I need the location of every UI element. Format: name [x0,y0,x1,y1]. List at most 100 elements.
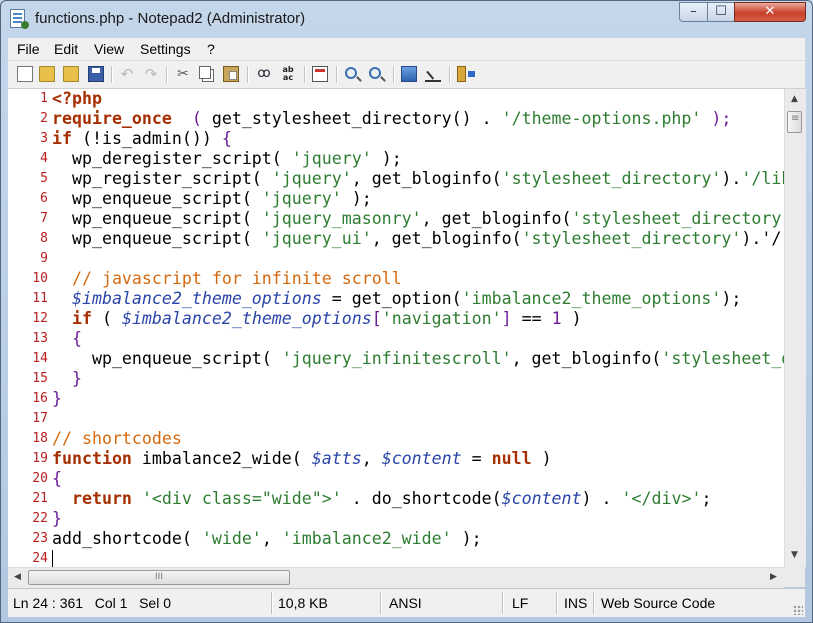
code-token: , [361,449,382,468]
code-text: if ( $imbalance2_theme_options['navigati… [52,309,582,329]
code-line[interactable]: 14 wp_enqueue_script( 'jquery_infinitesc… [8,349,784,369]
code-text: function imbalance2_wide( $atts, $conten… [52,449,552,469]
code-token: ) . [581,489,622,508]
title-bar[interactable]: functions.php - Notepad2 (Administrator)… [1,1,812,37]
code-token: wp_enqueue_script( [52,189,262,208]
code-line[interactable]: 24 [8,549,784,567]
notepad2-app-icon[interactable] [10,9,29,29]
toolbar-separator [247,66,249,83]
code-token: , get_bloginfo( [511,349,662,368]
code-text: // javascript for infinite scroll [52,269,402,289]
undo-icon[interactable]: ↶ [119,66,135,82]
code-token: ); [711,109,732,128]
code-line[interactable]: 6 wp_enqueue_script( 'jquery' ); [8,189,784,209]
code-line[interactable]: 16} [8,389,784,409]
code-token: return [71,489,132,508]
code-token: 'stylesheet_d [661,349,784,368]
scroll-down-icon[interactable]: ▼ [785,547,804,564]
scroll-left-icon[interactable]: ◀ [8,569,27,586]
code-line[interactable]: 3 if (!is_admin()) { [8,129,784,149]
horizontal-scroll-thumb[interactable]: III [28,570,290,585]
zoom-out-icon[interactable] [369,67,381,79]
menu-view[interactable]: View [94,41,124,57]
menu-bar: File Edit View Settings ? [8,38,805,61]
code-text: { [52,329,82,349]
code-line[interactable]: 21 return '<div class="wide">' . do_shor… [8,489,784,509]
redo-icon[interactable]: ↷ [143,66,159,82]
code-line[interactable]: 5 wp_register_script( 'jquery', get_blog… [8,169,784,189]
scroll-up-icon[interactable]: ▲ [785,91,804,108]
code-line[interactable]: 13 { [8,329,784,349]
code-token: [ [371,309,382,328]
status-bar: Ln 24 : 361 Col 1 Sel 0 10,8 KB ANSI LF … [8,588,805,617]
code-token: 'jquery_ui' [261,229,372,248]
minimize-button[interactable]: – [679,2,708,22]
menu-edit[interactable]: Edit [54,41,78,57]
code-line[interactable]: 17 [8,409,784,429]
code-line[interactable]: 22} [8,509,784,529]
code-token: function [52,449,132,468]
code-line[interactable]: 19 function imbalance2_wide( $atts, $cont… [8,449,784,469]
line-number: 17 [32,411,48,426]
code-line[interactable]: 7 wp_enqueue_script( 'jquery_masonry', g… [8,209,784,229]
resize-grip[interactable] [793,605,803,615]
save-icon[interactable] [88,66,104,82]
code-line[interactable]: 1 <?php [8,89,784,109]
status-scheme[interactable]: Web Source Code [601,595,715,611]
toolbar-separator [393,66,395,83]
status-encoding[interactable]: ANSI [389,595,422,611]
replace-icon[interactable]: ab ac [280,66,296,82]
code-token: 'imbalance2_theme_options' [461,289,722,308]
cut-icon[interactable]: ✂ [175,66,191,82]
code-editor[interactable]: 1 <?php 2 require_once ( get_stylesheet_dir… [8,89,784,567]
status-line-endings[interactable]: LF [512,595,528,611]
code-line[interactable]: 10 // javascript for infinite scroll [8,269,784,289]
menu-file[interactable]: File [17,41,40,57]
code-line[interactable]: 12 if ( $imbalance2_theme_options['navig… [8,309,784,329]
close-button[interactable]: ✕ [734,2,806,22]
code-token: $atts [311,449,362,468]
status-file-size: 10,8 KB [278,595,328,611]
copy-icon[interactable] [199,66,211,79]
customize-icon[interactable] [425,66,441,82]
code-token: 'navigation' [381,309,502,328]
open-icon[interactable] [39,66,55,82]
menu-settings[interactable]: Settings [140,41,191,57]
code-line[interactable]: 18 // shortcodes [8,429,784,449]
code-line[interactable]: 23 add_shortcode( 'wide', 'imbalance2_wid… [8,529,784,549]
vertical-scrollbar[interactable]: ▲ ▼ [784,89,806,567]
code-line[interactable]: 20 { [8,469,784,489]
code-text: wp_enqueue_script( 'jquery_ui', get_blog… [52,229,781,249]
code-line[interactable]: 8 wp_enqueue_script( 'jquery_ui', get_bl… [8,229,784,249]
code-line[interactable]: 11 $imbalance2_theme_options = get_optio… [8,289,784,309]
browse-icon[interactable] [63,66,79,82]
vertical-scroll-thumb[interactable] [787,111,802,133]
menu-help[interactable]: ? [207,41,215,57]
code-line[interactable]: 4 wp_deregister_script( 'jquery' ); [8,149,784,169]
line-number: 8 [40,231,48,246]
maximize-button[interactable]: ☐ [707,2,735,22]
code-token: ); [371,149,402,168]
code-token: . do_shortcode( [341,489,502,508]
scroll-right-icon[interactable]: ▶ [764,569,783,586]
word-wrap-icon[interactable] [312,66,328,82]
toolbar-separator [336,66,338,83]
code-line[interactable]: 2 require_once ( get_stylesheet_directory… [8,109,784,129]
new-icon[interactable] [17,66,33,82]
toolbar-separator [111,66,113,83]
code-text: $imbalance2_theme_options = get_option('… [52,289,741,309]
zoom-in-icon[interactable] [345,67,357,79]
horizontal-scrollbar[interactable]: ◀ III ▶ [8,567,784,588]
exit-icon[interactable] [457,66,475,82]
code-token: 'stylesheet_directory' [521,229,742,248]
find-icon[interactable]: ꝏ [256,66,272,82]
status-separator [556,592,558,614]
code-line[interactable]: 9 [8,249,784,269]
scheme-icon[interactable] [401,66,417,82]
code-line[interactable]: 15 } [8,369,784,389]
paste-icon[interactable] [223,66,239,82]
status-insert-mode[interactable]: INS [564,595,587,611]
code-token: '/theme-options.php' [501,109,702,128]
